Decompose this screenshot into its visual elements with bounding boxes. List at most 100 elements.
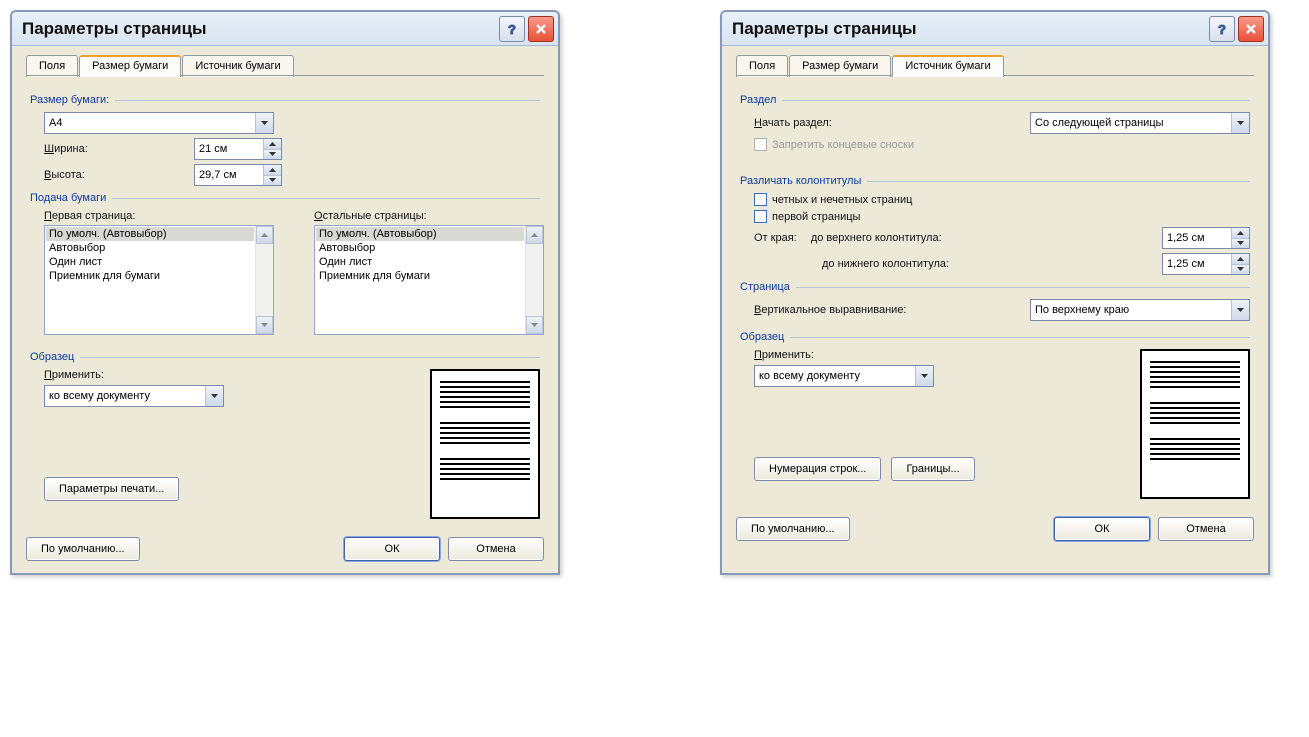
first-page-listbox[interactable]: По умолч. (Автовыбор) Автовыбор Один лис…	[44, 225, 274, 335]
list-item[interactable]: Один лист	[46, 255, 254, 269]
scroll-down-icon[interactable]	[256, 316, 273, 334]
height-label: Высота:	[44, 169, 194, 181]
other-pages-column: Остальные страницы: По умолч. (Автовыбор…	[314, 210, 544, 335]
valign-label: Вертикальное выравнивание:	[754, 304, 907, 316]
list-item[interactable]: Приемник для бумаги	[46, 269, 254, 283]
other-pages-listbox[interactable]: По умолч. (Автовыбор) Автовыбор Один лис…	[314, 225, 544, 335]
tab-paper-size[interactable]: Размер бумаги	[789, 55, 891, 77]
default-button[interactable]: По умолчанию...	[736, 517, 850, 541]
first-page-diff-label: первой страницы	[772, 211, 860, 223]
chevron-down-icon	[1231, 113, 1249, 133]
borders-button[interactable]: Границы...	[891, 457, 974, 481]
first-page-checkbox[interactable]	[754, 210, 767, 223]
svg-text:?: ?	[1218, 22, 1226, 36]
chevron-down-icon	[205, 386, 223, 406]
tab-paper-source[interactable]: Источник бумаги	[892, 55, 1003, 77]
dialog-footer: По умолчанию... ОК Отмена	[12, 529, 558, 573]
default-button[interactable]: По умолчанию...	[26, 537, 140, 561]
page-group-label: Страница	[740, 281, 790, 293]
close-icon[interactable]	[1238, 16, 1264, 42]
first-page-label: Первая страница:	[44, 210, 274, 222]
dialog-title: Параметры страницы	[22, 19, 207, 39]
spin-up-icon[interactable]	[1232, 254, 1249, 265]
list-item[interactable]: По умолч. (Автовыбор)	[46, 227, 254, 241]
apply-select[interactable]: ко всему документу	[754, 365, 934, 387]
spin-up-icon[interactable]	[1232, 228, 1249, 239]
spin-down-icon[interactable]	[1232, 265, 1249, 275]
line-numbers-button[interactable]: Нумерация строк...	[754, 457, 881, 481]
titlebar-buttons: ?	[1209, 16, 1264, 42]
start-section-label: Начать раздел:	[754, 117, 832, 129]
chevron-down-icon	[915, 366, 933, 386]
list-item[interactable]: Автовыбор	[46, 241, 254, 255]
width-value: 21 см	[195, 139, 263, 159]
paper-size-group-label: Размер бумаги:	[30, 94, 109, 106]
paper-size-select[interactable]: A4	[44, 112, 274, 134]
tab-row: Поля Размер бумаги Источник бумаги	[722, 46, 1268, 76]
spin-down-icon[interactable]	[264, 176, 281, 186]
scroll-up-icon[interactable]	[526, 226, 543, 244]
tab-paper-size[interactable]: Размер бумаги	[79, 55, 181, 77]
tab-fields[interactable]: Поля	[26, 55, 78, 77]
help-icon[interactable]: ?	[1209, 16, 1235, 42]
list-item[interactable]: По умолч. (Автовыбор)	[316, 227, 524, 241]
tab-paper-source[interactable]: Источник бумаги	[182, 55, 293, 77]
sample-group-label: Образец	[30, 351, 74, 363]
suppress-endnotes-checkbox	[754, 138, 767, 151]
list-item[interactable]: Автовыбор	[316, 241, 524, 255]
width-spinner[interactable]: 21 см	[194, 138, 282, 160]
width-label: Ширина:	[44, 143, 194, 155]
page-group: Страница	[740, 281, 1250, 293]
header-distance-spinner[interactable]: 1,25 см	[1162, 227, 1250, 249]
titlebar: Параметры страницы ?	[12, 12, 558, 46]
feed-group: Подача бумаги	[30, 192, 540, 204]
print-options-button[interactable]: Параметры печати...	[44, 477, 179, 501]
svg-text:?: ?	[508, 22, 516, 36]
list-item[interactable]: Приемник для бумаги	[316, 269, 524, 283]
scrollbar[interactable]	[255, 226, 273, 334]
suppress-endnotes-label: Запретить концевые сноски	[772, 139, 914, 151]
tab-fields[interactable]: Поля	[736, 55, 788, 77]
ok-button[interactable]: ОК	[344, 537, 440, 561]
apply-label: Применить:	[754, 349, 1140, 361]
cancel-button[interactable]: Отмена	[1158, 517, 1254, 541]
close-icon[interactable]	[528, 16, 554, 42]
other-pages-label: Остальные страницы:	[314, 210, 544, 222]
content-area: Размер бумаги: A4 Ширина: 21 см Высота: …	[12, 76, 558, 529]
titlebar: Параметры страницы ?	[722, 12, 1268, 46]
apply-select[interactable]: ко всему документу	[44, 385, 224, 407]
scrollbar[interactable]	[525, 226, 543, 334]
height-spinner[interactable]: 29,7 см	[194, 164, 282, 186]
header-distance-label: до верхнего колонтитула:	[811, 232, 942, 244]
dialog-title: Параметры страницы	[732, 19, 917, 39]
cancel-button[interactable]: Отмена	[448, 537, 544, 561]
spin-up-icon[interactable]	[264, 165, 281, 176]
page-setup-dialog-source: Параметры страницы ? Поля Размер бумаги …	[720, 10, 1270, 575]
start-section-value: Со следующей страницы	[1035, 117, 1164, 129]
page-preview-icon	[430, 369, 540, 519]
footer-distance-spinner[interactable]: 1,25 см	[1162, 253, 1250, 275]
scroll-up-icon[interactable]	[256, 226, 273, 244]
spin-up-icon[interactable]	[264, 139, 281, 150]
from-edge-label: От края:	[754, 232, 797, 244]
sample-group: Образец	[740, 331, 1250, 343]
dialog-footer: По умолчанию... ОК Отмена	[722, 509, 1268, 553]
help-icon[interactable]: ?	[499, 16, 525, 42]
footer-distance-label: до нижнего колонтитула:	[822, 258, 949, 270]
headers-group-label: Различать колонтитулы	[740, 175, 861, 187]
ok-button[interactable]: ОК	[1054, 517, 1150, 541]
section-group: Раздел	[740, 94, 1250, 106]
start-section-select[interactable]: Со следующей страницы	[1030, 112, 1250, 134]
headers-group: Различать колонтитулы	[740, 175, 1250, 187]
odd-even-checkbox[interactable]	[754, 193, 767, 206]
spin-down-icon[interactable]	[264, 150, 281, 160]
scroll-down-icon[interactable]	[526, 316, 543, 334]
list-item[interactable]: Один лист	[316, 255, 524, 269]
valign-select[interactable]: По верхнему краю	[1030, 299, 1250, 321]
valign-value: По верхнему краю	[1035, 304, 1129, 316]
chevron-down-icon	[255, 113, 273, 133]
sample-group: Образец	[30, 351, 540, 363]
content-area: Раздел Начать раздел: Со следующей стран…	[722, 76, 1268, 509]
header-distance-value: 1,25 см	[1163, 228, 1231, 248]
spin-down-icon[interactable]	[1232, 239, 1249, 249]
